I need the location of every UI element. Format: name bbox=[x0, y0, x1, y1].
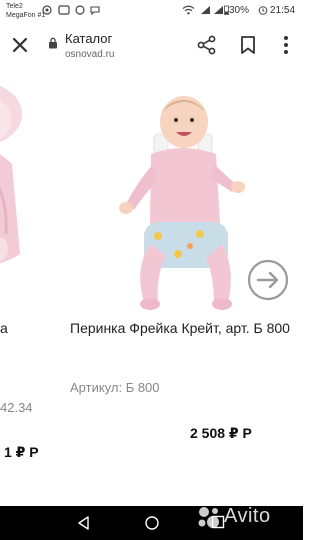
notification-icon bbox=[42, 5, 52, 15]
prev-product-card[interactable]: а 42.34 1 ₽ Р bbox=[0, 66, 60, 506]
signal-icon-2 bbox=[214, 6, 223, 14]
close-icon[interactable] bbox=[10, 35, 30, 55]
avito-logo-icon bbox=[198, 507, 219, 528]
status-bar: Tele2 MegaFon #1 30% 21:54 bbox=[0, 0, 303, 24]
messenger-icon bbox=[90, 6, 100, 15]
back-icon[interactable] bbox=[76, 515, 92, 531]
wifi-icon bbox=[182, 5, 195, 15]
share-icon[interactable] bbox=[196, 34, 218, 56]
prev-product-price: 1 ₽ Р bbox=[4, 444, 39, 460]
product-price: 2 508 ₽ Р bbox=[190, 425, 252, 441]
bookmark-icon[interactable] bbox=[237, 34, 259, 56]
next-arrow-icon[interactable] bbox=[246, 258, 290, 302]
prev-product-title: а bbox=[0, 320, 8, 336]
lock-icon bbox=[49, 37, 57, 49]
product-article: Артикул: Б 800 bbox=[70, 380, 160, 395]
signal-icon-1 bbox=[201, 6, 210, 14]
browser-toolbar: Каталог osnovad.ru bbox=[0, 24, 303, 66]
home-icon[interactable] bbox=[144, 515, 160, 531]
prev-product-image bbox=[0, 85, 22, 264]
product-title: Перинка Фрейка Крейт, арт. Б 800 bbox=[70, 320, 290, 336]
alarm-icon bbox=[258, 6, 268, 15]
more-options-icon[interactable] bbox=[276, 34, 296, 56]
carrier-line-2: MegaFon #1 bbox=[6, 12, 46, 19]
whatsapp-icon bbox=[75, 5, 85, 15]
battery-level: 30% bbox=[229, 5, 250, 16]
prev-product-article: 42.34 bbox=[0, 400, 33, 415]
cast-icon bbox=[58, 5, 70, 15]
page-title: Каталог bbox=[65, 31, 113, 46]
clock: 21:54 bbox=[270, 5, 296, 16]
page-url[interactable]: osnovad.ru bbox=[65, 49, 114, 60]
avito-watermark-text: Avito bbox=[224, 505, 271, 527]
carrier-info: Tele2 MegaFon #1 bbox=[6, 2, 45, 20]
carrier-line-1: Tele2 bbox=[6, 3, 23, 10]
